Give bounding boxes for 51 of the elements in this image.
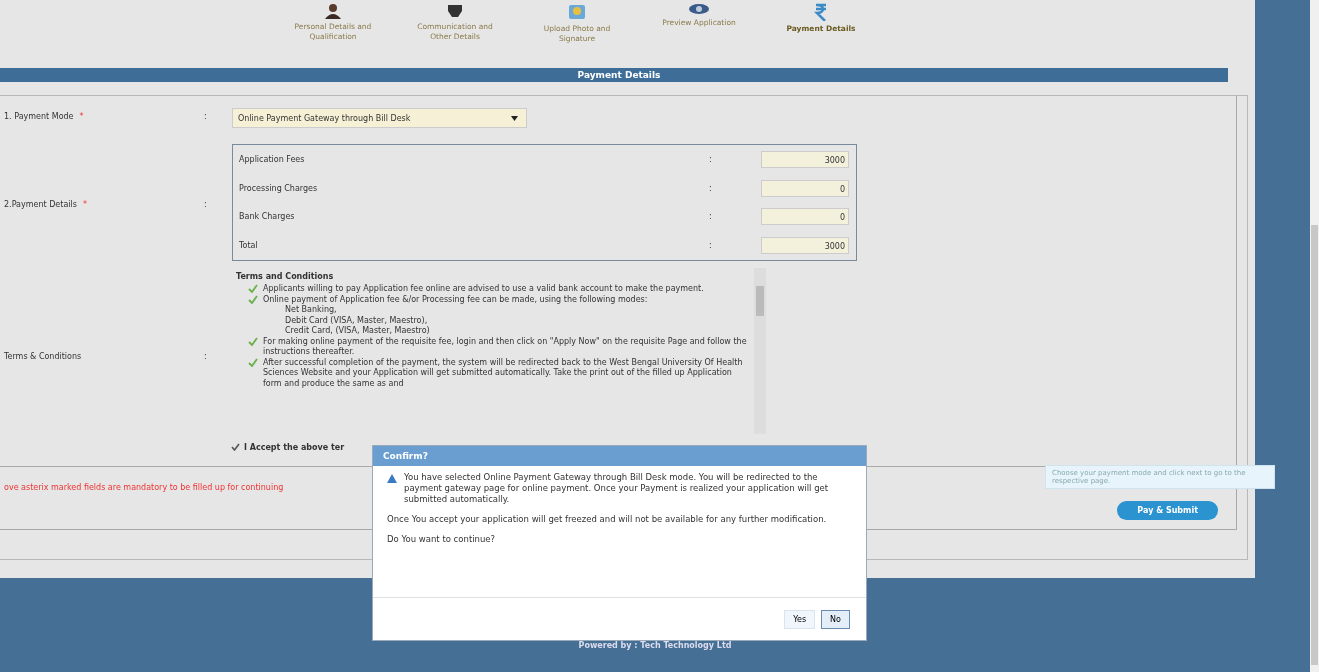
required-mark: * <box>79 112 84 121</box>
fee-label: Processing Charges <box>239 183 319 193</box>
dialog-button[interactable]: Yes <box>784 609 816 629</box>
terms-subitem: Credit Card, (VISA, Master, Maestro) <box>284 326 431 337</box>
dialog-title: Confirm? <box>373 446 866 466</box>
check-icon <box>248 336 258 346</box>
accept-label: I Accept the above ter <box>244 442 345 452</box>
colon: : <box>709 154 713 164</box>
terms-text: After successful completion of the payment, the system will be redirected back to the West Bengal University Of Health Sciences Website and your Application will get submitted automatically. Take the print out of the filled up Application form and produce the same as and <box>263 357 744 389</box>
field-label: Terms & Conditions <box>4 352 82 361</box>
colon: : <box>709 241 713 251</box>
colon: : <box>204 199 208 209</box>
rupee-icon <box>814 3 828 21</box>
dialog-button[interactable]: No <box>821 609 850 629</box>
section-header: Payment Details <box>0 68 1228 82</box>
scrollbar[interactable] <box>754 268 766 434</box>
fee-field: 0 <box>761 208 849 226</box>
fee-label: Total <box>239 241 259 251</box>
terms-text: For making online payment of the requisite fee, login and then click on "Apply Now" on the requisite Page and follow the instructions thereafter. <box>263 336 748 358</box>
field-label: 2.Payment Details <box>4 200 77 209</box>
required-mark: * <box>82 200 87 209</box>
terms-text: Applicants willing to pay Application fee online are advised to use a valid bank account to make the payment. <box>263 284 704 295</box>
caret-icon <box>511 115 518 121</box>
fee-field: 3000 <box>761 237 849 255</box>
field-label: 1. Payment Mode <box>4 112 74 121</box>
warning-icon <box>387 474 397 483</box>
dialog-note: Once You accept your application will get freezed and will not be available for any further modification. <box>387 514 828 525</box>
fee-label: Application Fees <box>239 154 306 164</box>
fee-field: 3000 <box>761 150 849 168</box>
check-icon <box>248 357 258 367</box>
dialog-message: You have selected Online Payment Gateway through Bill Desk mode. You will be redirected to the payment gateway page for online payment. Once your Payment is realized your application will get submitted automatically. <box>404 472 830 505</box>
terms-title: Terms and Conditions <box>236 272 335 281</box>
colon: : <box>709 212 713 222</box>
scrollbar[interactable] <box>1310 0 1319 672</box>
pay-submit-button[interactable]: Pay & Submit <box>1117 501 1218 520</box>
terms-text: Online payment of Application fee &/or Processing fee can be made, using the following modes: <box>263 294 648 305</box>
fee-field: 0 <box>761 179 849 197</box>
terms-subitem: Net Banking, <box>284 305 338 316</box>
colon: : <box>709 183 713 193</box>
footer-text: Powered by : Tech Technology Ltd <box>578 641 732 650</box>
checkbox[interactable] <box>230 442 240 452</box>
terms-subitem: Debit Card (VISA, Master, Maestro), <box>284 315 429 326</box>
photo-icon <box>568 3 586 21</box>
colon: : <box>204 111 208 121</box>
fee-label: Bank Charges <box>239 212 296 222</box>
payment-mode-select[interactable]: Online Payment Gateway through Bill Desk <box>232 108 527 128</box>
dialog-question: Do You want to continue? <box>387 534 497 545</box>
eye-icon <box>688 3 710 15</box>
mandatory-note: ove asterix marked fields are mandatory to be filled up for continuing <box>3 483 284 492</box>
person-icon <box>323 3 343 19</box>
colon: : <box>204 351 208 361</box>
